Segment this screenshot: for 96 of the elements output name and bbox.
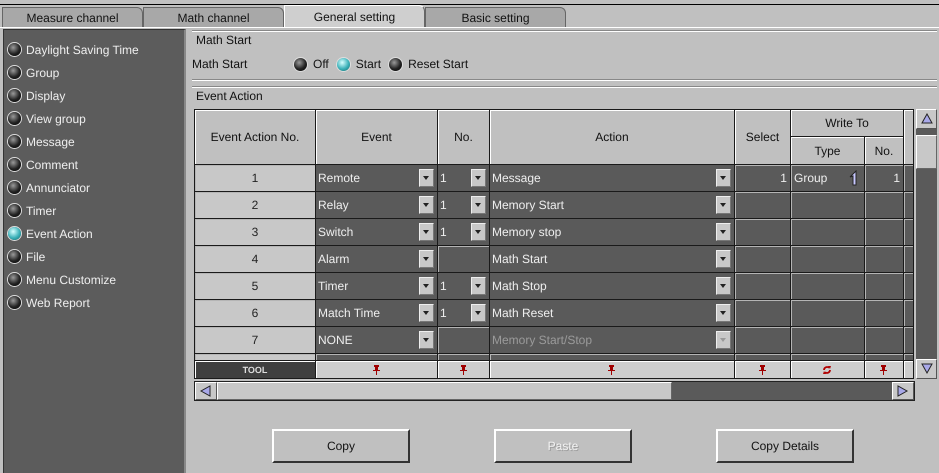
action-dropdown[interactable]: Math Start	[490, 246, 734, 272]
caret-icon[interactable]	[418, 169, 434, 187]
action-button[interactable]: Copy	[272, 429, 410, 463]
caret-icon[interactable]	[716, 277, 731, 295]
caret-icon[interactable]	[716, 304, 731, 322]
event-dropdown[interactable]: Alarm	[316, 246, 436, 272]
pin-icon[interactable]	[758, 365, 766, 376]
action-dropdown[interactable]: Math Reset	[490, 300, 734, 326]
tool-label: TOOL	[194, 360, 316, 378]
sidebar-item[interactable]: Menu Customize	[26, 272, 116, 286]
row-number: 4	[194, 246, 316, 272]
scroll-thumb[interactable]	[916, 135, 937, 169]
sidebar-item[interactable]: Message	[26, 134, 75, 148]
field-label: Math Start	[192, 57, 248, 71]
sidebar-item[interactable]: Web Report	[26, 296, 90, 310]
number-dropdown[interactable]: 1	[438, 300, 488, 326]
scroll-up-icon[interactable]	[916, 109, 937, 129]
caret-icon[interactable]	[418, 196, 434, 214]
caret-icon[interactable]	[470, 169, 486, 187]
number-dropdown[interactable]: 1	[438, 274, 488, 298]
sidebar-item[interactable]: Timer	[26, 204, 56, 218]
column-header: No.	[864, 136, 904, 164]
sidebar-item[interactable]: File	[26, 250, 46, 264]
number-dropdown[interactable]: 1	[438, 220, 488, 244]
column-header: Select	[734, 110, 790, 164]
number-dropdown[interactable]: 1	[438, 166, 488, 190]
caret-icon[interactable]	[418, 223, 434, 241]
sidebar-item[interactable]: View group	[26, 112, 86, 126]
row-number: 6	[194, 300, 316, 326]
radio-label[interactable]: Reset Start	[408, 57, 468, 71]
caret-icon[interactable]	[470, 196, 486, 214]
tab[interactable]: General setting	[284, 5, 425, 27]
pin-icon[interactable]	[460, 365, 467, 376]
radio-button[interactable]	[294, 58, 307, 70]
row-number: 3	[194, 218, 316, 246]
action-dropdown[interactable]: Message	[490, 166, 734, 190]
column-header: Event Action No.	[194, 110, 316, 164]
caret-icon[interactable]	[418, 277, 434, 295]
cursor-icon	[848, 170, 858, 186]
radio-button[interactable]	[389, 58, 402, 70]
tab[interactable]: Math channel	[143, 7, 284, 27]
action-dropdown[interactable]: Memory stop	[490, 220, 734, 244]
event-dropdown[interactable]: Remote	[316, 166, 436, 190]
column-header: Type	[790, 136, 864, 164]
sidebar-item[interactable]: Comment	[26, 158, 78, 172]
scroll-right-icon[interactable]	[892, 382, 914, 400]
sidebar-item[interactable]: Display	[26, 88, 66, 102]
column-header: Write To	[790, 110, 904, 136]
tab[interactable]: Measure channel	[2, 7, 143, 27]
caret-icon[interactable]	[716, 169, 731, 187]
group-title: Math Start	[194, 33, 254, 47]
vertical-scrollbar[interactable]	[916, 109, 937, 379]
table-cell-text: 1	[892, 171, 901, 185]
horizontal-scrollbar[interactable]	[194, 381, 915, 401]
tab[interactable]: Basic setting	[425, 7, 566, 27]
row-number: 7	[194, 326, 316, 354]
sidebar-item[interactable]: Group	[26, 66, 60, 80]
caret-icon[interactable]	[470, 304, 486, 322]
column-header: Event	[315, 110, 438, 164]
sidebar-item[interactable]: Event Action	[26, 226, 93, 240]
sidebar-item[interactable]: Daylight Saving Time	[26, 42, 139, 56]
column-header: Action	[489, 110, 734, 164]
caret-icon[interactable]	[418, 331, 434, 349]
scroll-left-icon[interactable]	[194, 382, 217, 400]
caret-icon[interactable]	[470, 277, 486, 295]
action-dropdown[interactable]: Memory Start	[490, 192, 734, 218]
event-dropdown[interactable]: Relay	[316, 192, 436, 218]
scroll-down-icon[interactable]	[916, 359, 937, 379]
action-button[interactable]: Copy Details	[716, 429, 854, 463]
caret-icon[interactable]	[716, 250, 731, 268]
caret-icon[interactable]	[418, 304, 434, 322]
row-number: 1	[194, 164, 316, 192]
event-dropdown[interactable]: Timer	[316, 274, 436, 298]
scroll-thumb[interactable]	[216, 382, 672, 400]
row-number: 2	[194, 192, 316, 218]
action-dropdown[interactable]: Math Stop	[490, 274, 734, 298]
caret-icon[interactable]	[716, 196, 731, 214]
pin-icon[interactable]	[880, 365, 888, 376]
refresh-icon[interactable]	[822, 365, 832, 376]
sidebar-item[interactable]: Annunciator	[26, 180, 90, 194]
radio-label[interactable]: Off	[312, 57, 329, 71]
caret-icon[interactable]	[418, 250, 434, 268]
pin-icon[interactable]	[608, 365, 616, 376]
column-header: No.	[437, 110, 490, 164]
row-number: 5	[194, 272, 316, 300]
pin-icon[interactable]	[372, 365, 380, 376]
number-dropdown[interactable]: 1	[438, 192, 488, 218]
table-cell-text: 1	[779, 171, 788, 185]
table-cell-text: Group	[792, 171, 828, 185]
caret-icon[interactable]	[470, 223, 486, 241]
event-dropdown[interactable]: NONE	[316, 328, 436, 352]
caret-icon[interactable]	[716, 223, 731, 241]
radio-button[interactable]	[336, 58, 350, 70]
event-dropdown[interactable]: Match Time	[316, 300, 436, 326]
event-dropdown[interactable]: Switch	[316, 220, 436, 244]
radio-label[interactable]: Start	[356, 57, 382, 71]
